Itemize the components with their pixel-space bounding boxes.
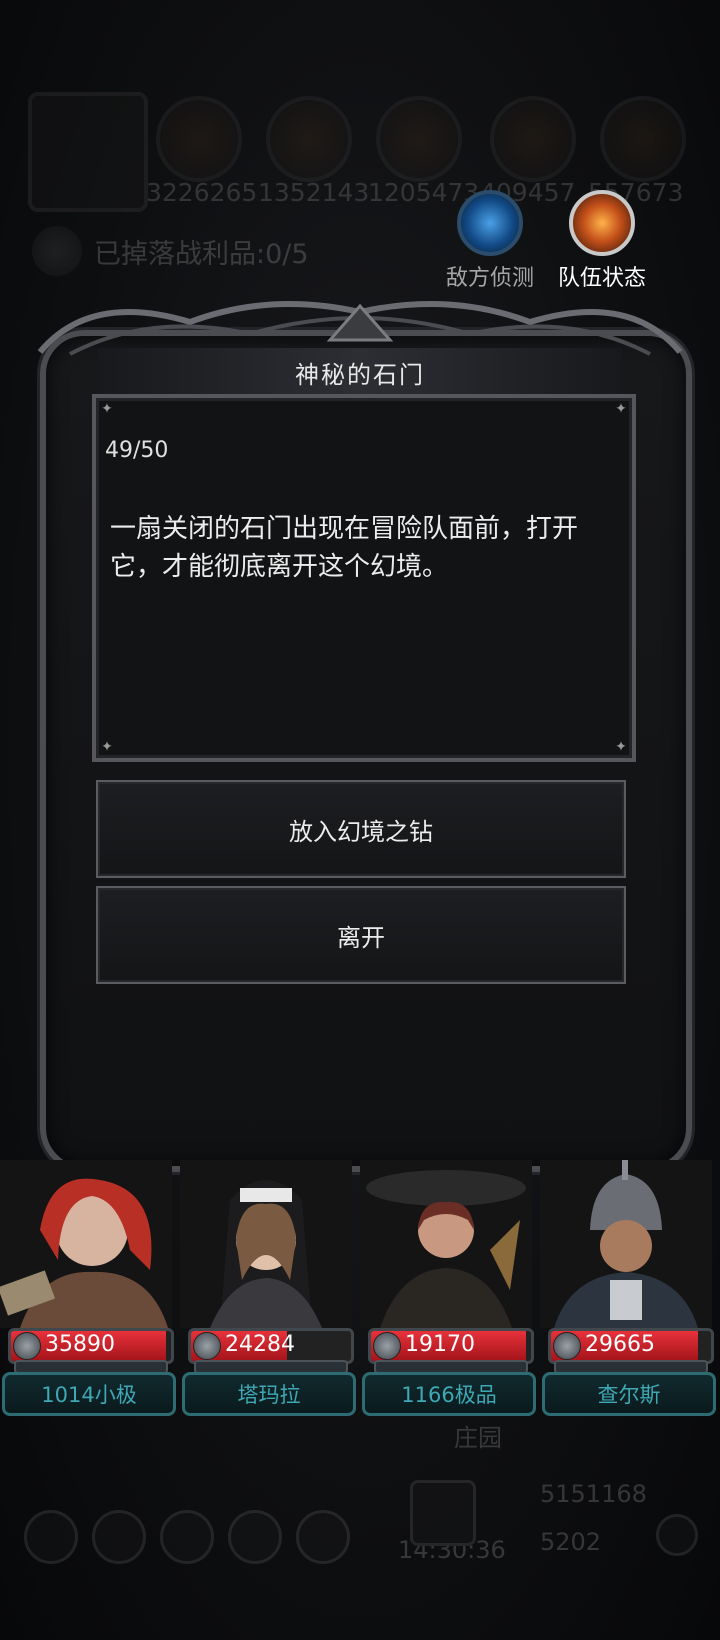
resource-icon-1: [156, 96, 242, 182]
gold-value: 5151168: [540, 1480, 647, 1508]
hero-name[interactable]: 1166极品: [362, 1372, 536, 1416]
hero-portrait: [180, 1160, 352, 1328]
team-status-icon: [569, 190, 635, 256]
resource-value-1: 3226265: [146, 178, 258, 207]
bottom-menu-icon-3: [160, 1510, 214, 1564]
hp-value: 24284: [225, 1332, 295, 1357]
enemy-scout-button[interactable]: 敌方侦测: [446, 190, 534, 292]
resource-value-2: 1352143: [258, 178, 370, 207]
party-member-4[interactable]: 29665 查尔斯: [540, 1160, 716, 1416]
hp-value: 29665: [585, 1332, 655, 1357]
corner-star-icon: ✦: [101, 401, 113, 417]
hp-bar: 29665: [548, 1328, 714, 1364]
bottom-menu-icon-4: [228, 1510, 282, 1564]
resource-icon-5: [600, 96, 686, 182]
scout-icon: [457, 190, 523, 256]
hero-portrait: [360, 1160, 532, 1328]
hero-name[interactable]: 查尔斯: [542, 1372, 716, 1416]
hero-portrait: [540, 1160, 712, 1328]
loot-status: 已掉落战利品:0/5: [32, 226, 309, 276]
loot-icon: [32, 226, 82, 276]
loot-text: 已掉落战利品:0/5: [94, 238, 309, 270]
hp-icon: [553, 1332, 581, 1360]
team-status-button[interactable]: 队伍状态: [558, 190, 646, 292]
resource-icon-3: [376, 96, 462, 182]
party-member-2[interactable]: 24284 塔玛拉: [180, 1160, 356, 1416]
dialog-title: 神秘的石门: [295, 360, 425, 389]
hero-name[interactable]: 1014小极: [2, 1372, 176, 1416]
hero-name[interactable]: 塔玛拉: [182, 1372, 356, 1416]
hp-bar: 35890: [8, 1328, 174, 1364]
dialog-title-bar: 神秘的石门: [98, 348, 622, 396]
party-member-1[interactable]: 35890 1014小极: [0, 1160, 176, 1416]
resource-icon-2: [266, 96, 352, 182]
estate-label: 庄园: [454, 1424, 502, 1452]
bottom-menu-icon-1: [24, 1510, 78, 1564]
bottom-menu-icon-2: [92, 1510, 146, 1564]
resource-icon-4: [490, 96, 576, 182]
choice-insert-diamond-button[interactable]: 放入幻境之钻: [96, 780, 626, 878]
corner-star-icon: ✦: [101, 739, 113, 755]
dimmed-bottom-bar: [0, 1380, 720, 1640]
hp-bar: 24284: [188, 1328, 354, 1364]
add-icon: [656, 1514, 698, 1556]
hp-value: 35890: [45, 1332, 115, 1357]
party-member-3[interactable]: 19170 1166极品: [360, 1160, 536, 1416]
hp-icon: [193, 1332, 221, 1360]
hp-icon: [373, 1332, 401, 1360]
hp-value: 19170: [405, 1332, 475, 1357]
gem-value: 5202: [540, 1528, 602, 1556]
corner-star-icon: ✦: [615, 739, 627, 755]
player-avatar: [28, 92, 148, 212]
hero-portrait: [0, 1160, 172, 1328]
hp-bar: 19170: [368, 1328, 534, 1364]
corner-star-icon: ✦: [615, 401, 627, 417]
event-story: 一扇关闭的石门出现在冒险队面前，打开它，才能彻底离开这个幻境。: [110, 514, 579, 582]
event-progress: 49/50: [105, 438, 169, 463]
bottom-menu-icon-5: [296, 1510, 350, 1564]
hp-icon: [13, 1332, 41, 1360]
choice-leave-button[interactable]: 离开: [96, 886, 626, 984]
gift-box-icon: [410, 1480, 476, 1546]
